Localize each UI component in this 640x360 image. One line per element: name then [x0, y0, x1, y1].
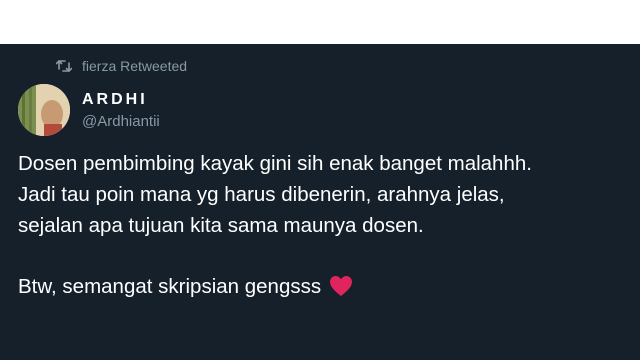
tweet-text: Dosen pembimbing kayak gini sih enak ban…	[18, 148, 628, 306]
avatar[interactable]	[18, 84, 70, 136]
author-display-name[interactable]: ARDHI	[82, 91, 160, 109]
tweet-line: Jadi tau poin mana yg harus dibenerin, a…	[18, 183, 505, 206]
tweet-line: sejalan apa tujuan kita sama maunya dose…	[18, 214, 424, 237]
tweet-closing-text: Btw, semangat skripsian gengsss	[18, 275, 322, 298]
tweet-line: Dosen pembimbing kayak gini sih enak ban…	[18, 152, 532, 175]
author-handle[interactable]: @Ardhiantii	[82, 113, 160, 130]
author-row[interactable]: ARDHI @Ardhiantii	[18, 84, 160, 136]
retweet-context: fierza Retweeted	[56, 58, 187, 74]
tweet-card[interactable]: fierza Retweeted ARDHI @Ardhiantii Dosen…	[0, 44, 640, 360]
heart-icon	[329, 275, 353, 306]
retweet-icon	[56, 59, 72, 73]
retweet-label[interactable]: fierza Retweeted	[82, 58, 187, 74]
tweet-closing-line: Btw, semangat skripsian gengsss	[18, 271, 628, 306]
